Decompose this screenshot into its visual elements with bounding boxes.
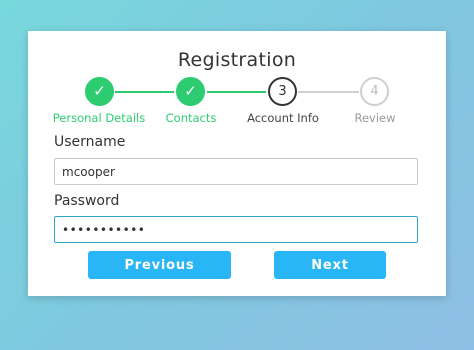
form-title: Registration bbox=[177, 49, 297, 71]
step-3-number: 3 bbox=[278, 84, 287, 99]
step-label-account-info[interactable]: Account Info bbox=[247, 111, 319, 125]
step-4-circle[interactable]: 4 bbox=[360, 77, 389, 106]
check-icon: ✓ bbox=[93, 82, 106, 100]
check-icon: ✓ bbox=[184, 82, 197, 100]
username-input[interactable] bbox=[54, 158, 418, 185]
username-label: Username bbox=[54, 134, 126, 150]
step-connector-2 bbox=[207, 91, 266, 93]
password-input[interactable] bbox=[54, 216, 418, 243]
password-label: Password bbox=[54, 193, 120, 209]
step-4-number: 4 bbox=[370, 84, 379, 99]
step-1-circle[interactable]: ✓ bbox=[85, 77, 114, 106]
next-button[interactable]: Next bbox=[274, 251, 386, 279]
step-connector-3 bbox=[298, 91, 359, 93]
step-connector-1 bbox=[115, 91, 174, 93]
step-label-contacts[interactable]: Contacts bbox=[166, 111, 217, 125]
previous-button[interactable]: Previous bbox=[88, 251, 231, 279]
registration-card: Registration ✓ ✓ 3 4 Personal Details Co… bbox=[28, 31, 446, 296]
step-label-review[interactable]: Review bbox=[354, 111, 395, 125]
step-3-circle[interactable]: 3 bbox=[268, 77, 297, 106]
step-label-personal-details[interactable]: Personal Details bbox=[53, 111, 145, 125]
step-2-circle[interactable]: ✓ bbox=[176, 77, 205, 106]
